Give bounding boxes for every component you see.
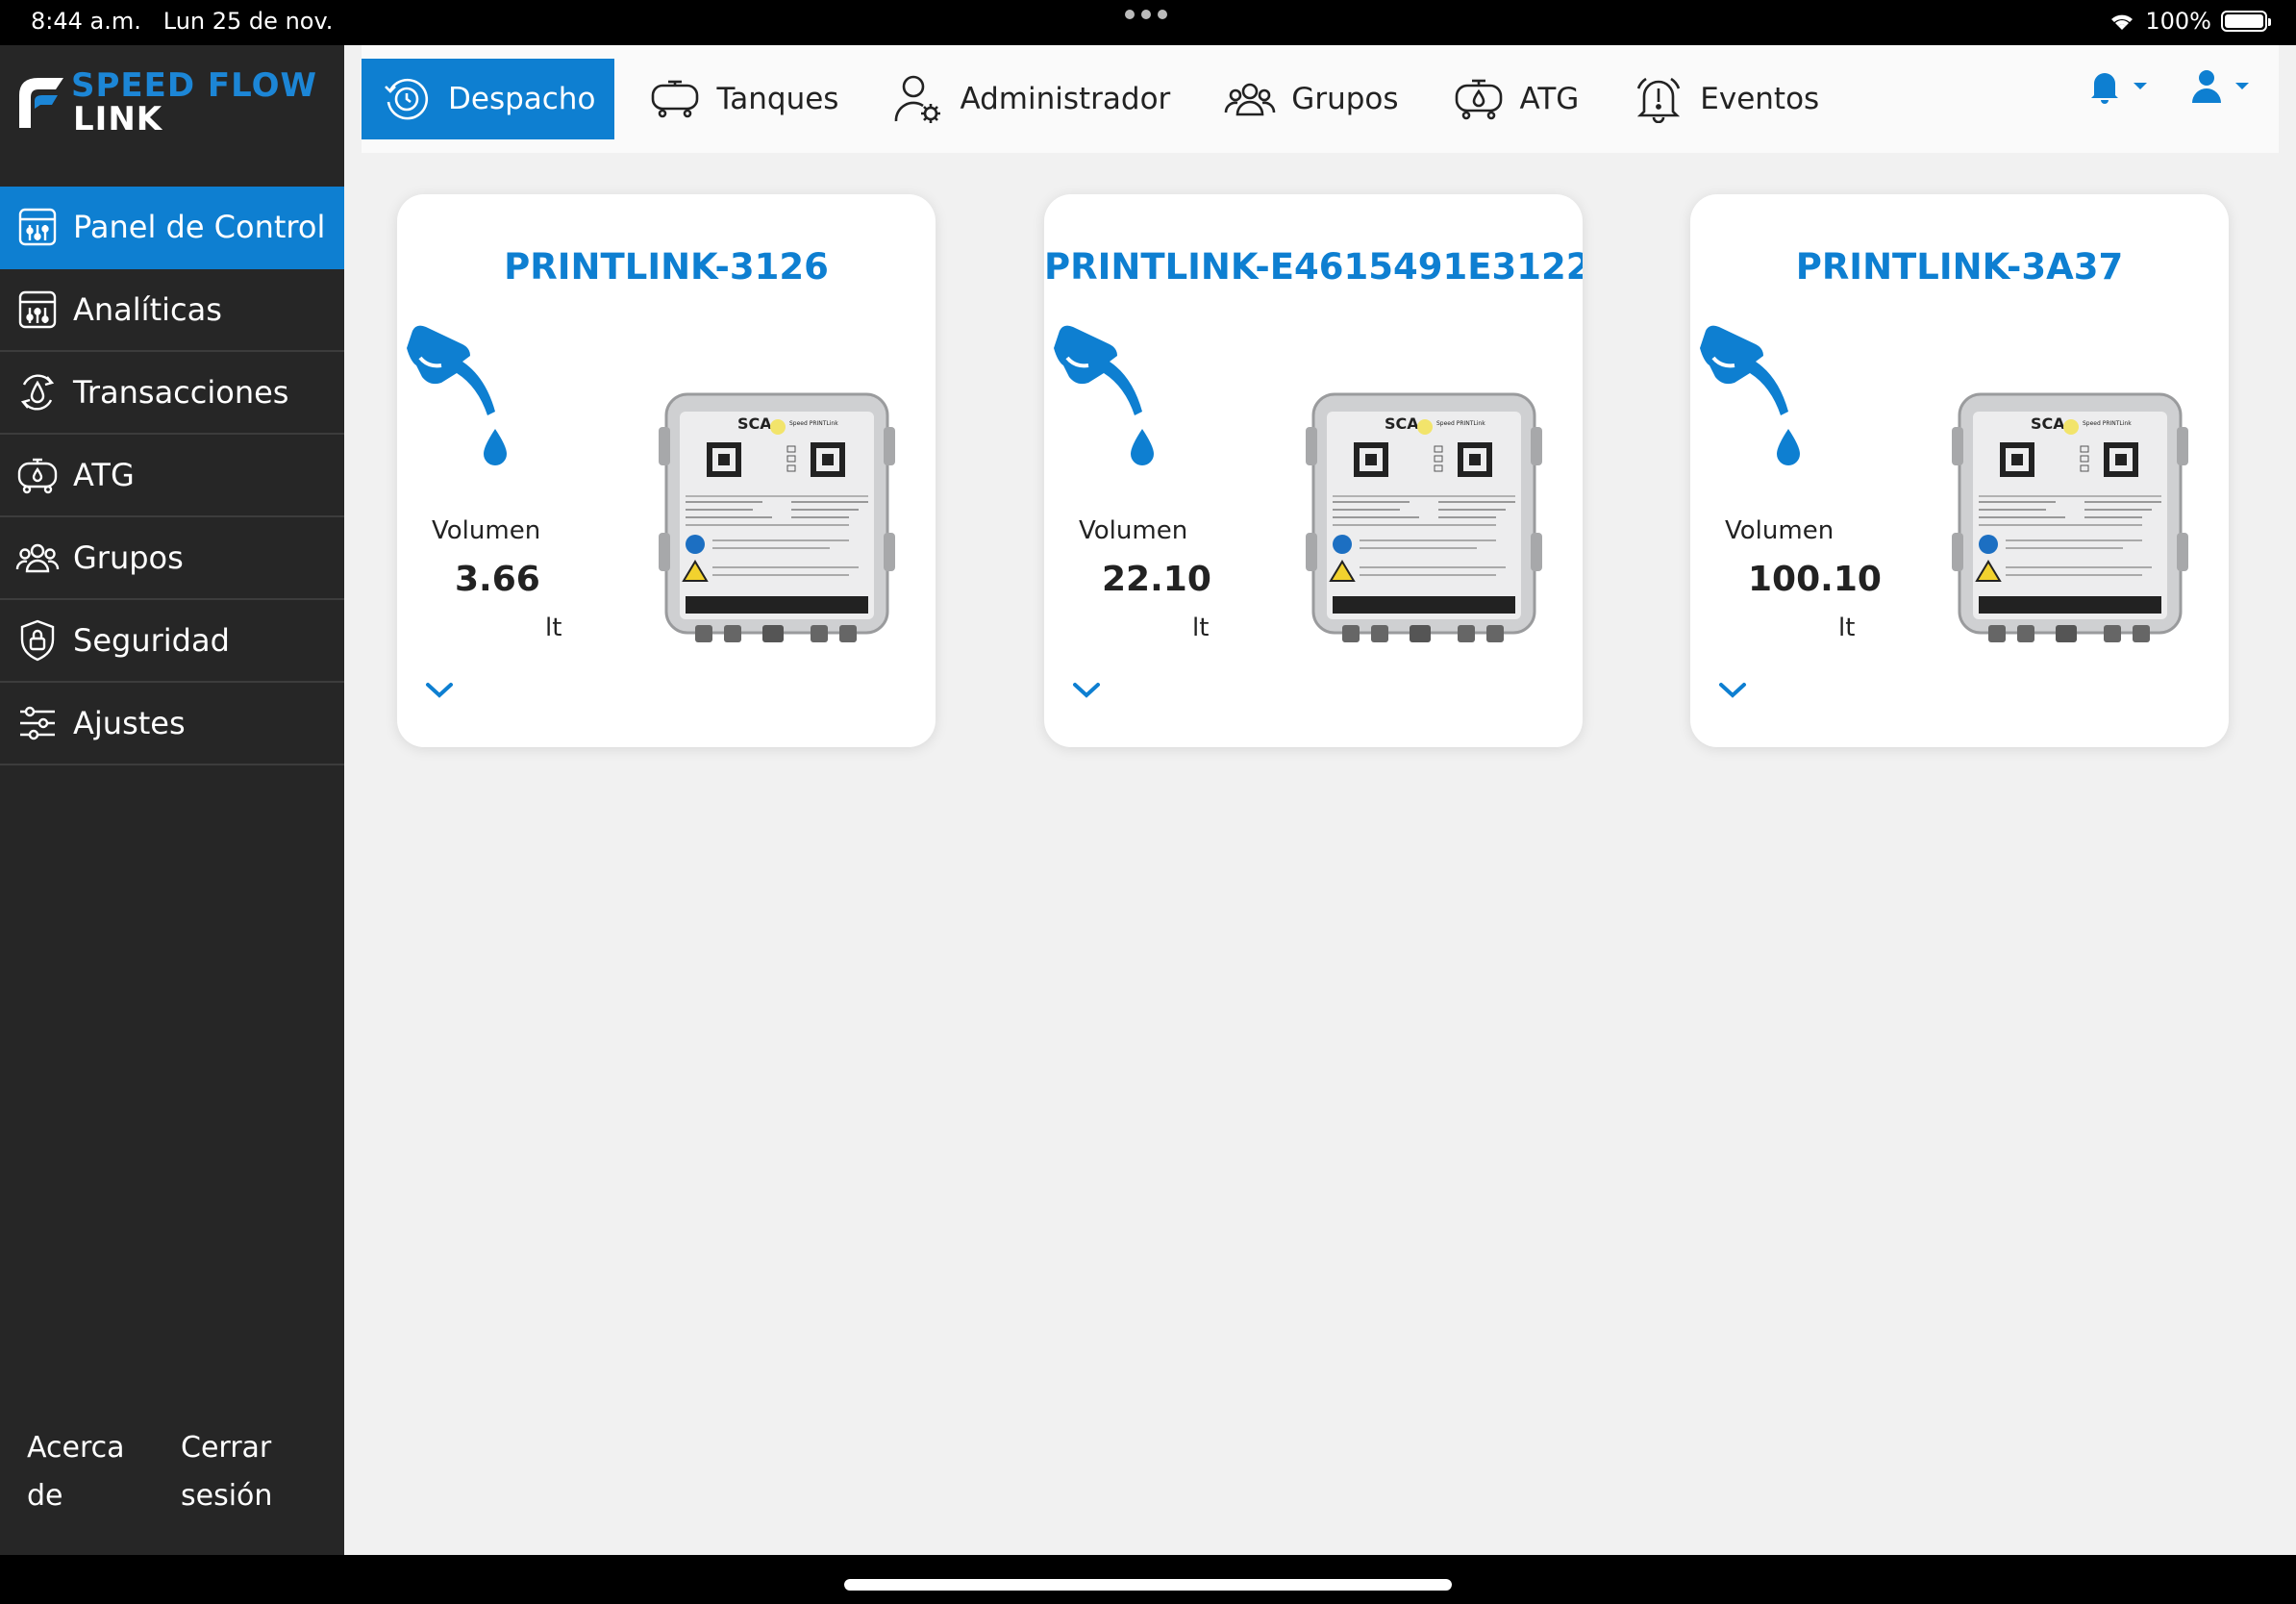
multitasking-dots[interactable]: [1125, 10, 1167, 19]
dispatch-clock-icon: [381, 73, 433, 125]
logo-mark-icon: [19, 78, 63, 128]
printlink-device-image: SCA Speed PRINTLink: [1952, 392, 2188, 642]
atg-icon: [15, 453, 60, 497]
volume-label: Volumen: [1079, 516, 1188, 545]
atg-icon: [1453, 73, 1505, 125]
analytics-icon: [15, 288, 60, 332]
sidebar-item-control-panel[interactable]: Panel de Control: [0, 187, 344, 269]
card-title: PRINTLINK-3126: [504, 246, 829, 288]
tab-grupos[interactable]: Grupos: [1205, 59, 1417, 139]
volume-label: Volumen: [1725, 516, 1834, 545]
device-sub-text: Speed PRINTLink: [789, 420, 838, 427]
tab-tanques[interactable]: Tanques: [630, 59, 858, 139]
fuel-nozzle-icon: [1054, 325, 1154, 465]
main-area: Despacho Tanques Administrador Grupos AT…: [344, 45, 2296, 1555]
volume-unit: lt: [545, 614, 562, 642]
admin-user-gear-icon: [892, 73, 944, 125]
tab-atg[interactable]: ATG: [1434, 59, 1599, 139]
device-sub-text: Speed PRINTLink: [2083, 420, 2132, 427]
wifi-icon: [2111, 14, 2134, 30]
fuel-nozzle-icon: [407, 325, 507, 465]
control-panel-icon: [15, 205, 60, 249]
alert-bell-icon: [1633, 73, 1685, 125]
tab-administrador[interactable]: Administrador: [873, 59, 1189, 139]
sidebar-item-analytics[interactable]: Analíticas: [0, 269, 344, 352]
chevron-down-icon[interactable]: [1715, 675, 1750, 704]
sidebar-item-atg[interactable]: ATG: [0, 435, 344, 517]
sidebar-item-label: Analíticas: [73, 291, 222, 328]
brand-line-1: SPEED FLOW: [71, 66, 318, 105]
sidebar-item-settings[interactable]: Ajustes: [0, 683, 344, 765]
shield-icon: [15, 618, 60, 663]
printlink-device-image: SCA Speed PRINTLink: [659, 392, 895, 642]
device-sub-text: Speed PRINTLink: [1436, 420, 1485, 427]
tab-label: Despacho: [448, 82, 596, 116]
sidebar-item-label: Seguridad: [73, 622, 230, 659]
status-time: 8:44 a.m. Lun 25 de nov.: [31, 8, 334, 35]
user-icon: [2192, 70, 2221, 103]
device-brand-text: SCA: [737, 414, 772, 433]
transactions-icon: [15, 370, 60, 414]
settings-sliders-icon: [15, 701, 60, 745]
device-brand-text: SCA: [2031, 414, 2065, 433]
sidebar-item-transactions[interactable]: Transacciones: [0, 352, 344, 435]
groups-icon: [1224, 73, 1276, 125]
tab-label: Eventos: [1700, 82, 1820, 116]
top-right-actions: [2088, 68, 2250, 105]
tab-label: Tanques: [716, 82, 839, 116]
about-link[interactable]: Acerca de: [27, 1424, 142, 1520]
sidebar-item-label: Transacciones: [73, 374, 289, 411]
dispenser-card[interactable]: PRINTLINK-E4615491E3122628 Volumen 22.10…: [1044, 194, 1583, 747]
battery-icon: [2221, 11, 2271, 32]
tab-despacho[interactable]: Despacho: [362, 59, 615, 139]
dispenser-card[interactable]: PRINTLINK-3126 Volumen 3.66 lt SCA Speed…: [397, 194, 936, 747]
sidebar-footer: Acerca de Cerrar sesión: [0, 1424, 344, 1530]
notifications-button[interactable]: [2088, 68, 2148, 105]
sidebar-nav: Panel de Control Analíticas Transaccione…: [0, 187, 344, 765]
sidebar-item-label: ATG: [73, 457, 135, 493]
status-bar: 8:44 a.m. Lun 25 de nov. 100%: [0, 0, 2296, 45]
groups-icon: [15, 536, 60, 580]
chevron-down-icon[interactable]: [422, 675, 457, 704]
caret-down-icon: [2134, 83, 2147, 89]
bell-icon: [2091, 73, 2118, 104]
caret-down-icon: [2235, 83, 2249, 89]
card-title: PRINTLINK-3A37: [1795, 246, 2124, 288]
printlink-device-image: SCA Speed PRINTLink: [1306, 392, 1542, 642]
fuel-nozzle-icon: [1700, 325, 1800, 465]
sidebar-item-security[interactable]: Seguridad: [0, 600, 344, 683]
sidebar-item-label: Panel de Control: [73, 209, 326, 245]
tab-label: Administrador: [960, 82, 1171, 116]
dispatch-cards: PRINTLINK-3126 Volumen 3.66 lt SCA Speed…: [397, 194, 2243, 752]
tab-label: Grupos: [1291, 82, 1399, 116]
battery-percent: 100%: [2145, 8, 2211, 35]
volume-unit: lt: [1838, 614, 1856, 642]
sidebar: SPEED FLOW LINK Panel de Control Analíti…: [0, 45, 344, 1555]
tab-label: ATG: [1519, 82, 1580, 116]
user-menu-button[interactable]: [2190, 68, 2250, 105]
app-logo: SPEED FLOW LINK: [13, 57, 331, 163]
volume-value: 100.10: [1748, 560, 1882, 599]
volume-value: 22.10: [1102, 560, 1211, 599]
dispenser-card[interactable]: PRINTLINK-3A37 Volumen 100.10 lt SCA Spe…: [1690, 194, 2229, 747]
sidebar-item-groups[interactable]: Grupos: [0, 517, 344, 600]
chevron-down-icon[interactable]: [1069, 675, 1104, 704]
tank-truck-icon: [649, 73, 701, 125]
volume-label: Volumen: [432, 516, 541, 545]
device-brand-text: SCA: [1385, 414, 1419, 433]
card-title: PRINTLINK-E4615491E3122628: [1044, 246, 1583, 288]
brand-line-2: LINK: [73, 100, 163, 138]
sidebar-item-label: Ajustes: [73, 705, 186, 741]
volume-value: 3.66: [455, 560, 540, 599]
home-indicator[interactable]: [844, 1579, 1452, 1591]
tab-eventos[interactable]: Eventos: [1613, 59, 1838, 139]
top-nav: Despacho Tanques Administrador Grupos AT…: [362, 45, 2279, 153]
sidebar-item-label: Grupos: [73, 539, 184, 576]
volume-unit: lt: [1192, 614, 1210, 642]
logout-link[interactable]: Cerrar sesión: [181, 1424, 296, 1520]
